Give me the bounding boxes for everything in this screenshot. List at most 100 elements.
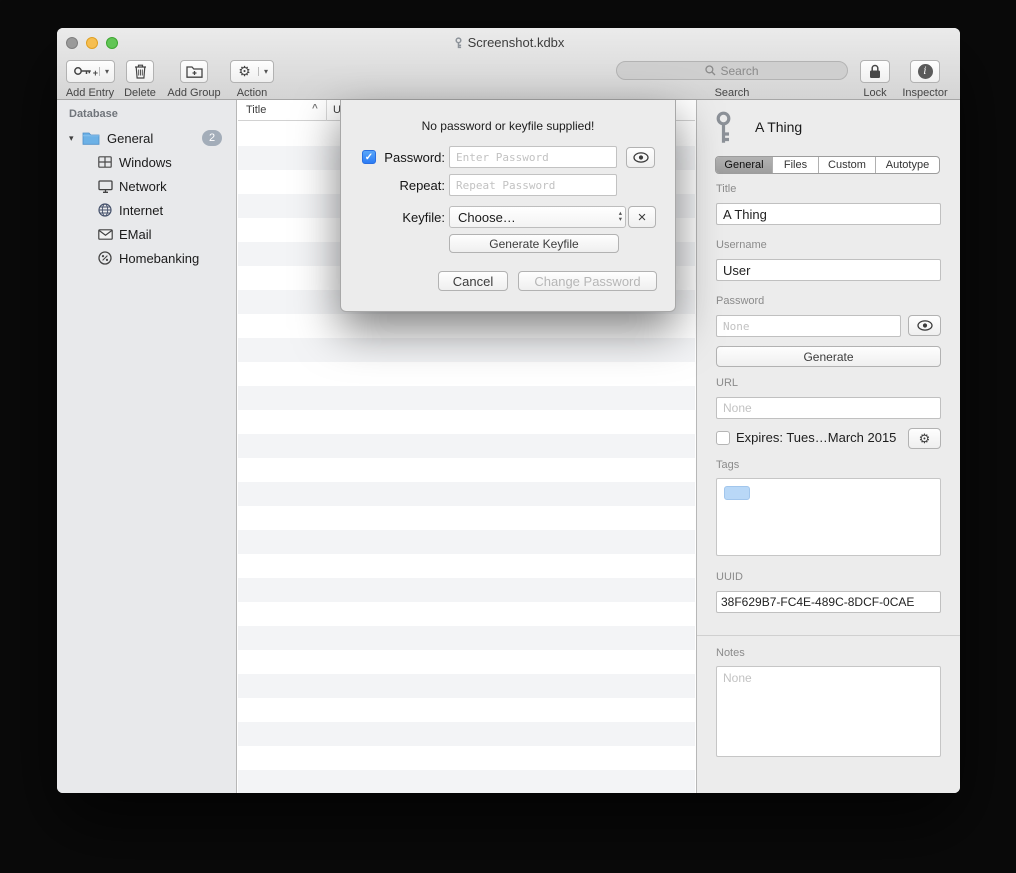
add-entry-button[interactable]: + ▾	[66, 60, 115, 83]
expires-settings-button[interactable]: ⚙	[908, 428, 941, 449]
dialog-message: No password or keyfile supplied!	[341, 119, 675, 133]
sidebar-item-email[interactable]: EMail	[57, 222, 236, 246]
notes-label: Notes	[716, 647, 745, 659]
envelope-icon	[97, 229, 113, 240]
action-label: Action	[222, 87, 282, 99]
close-icon: ×	[638, 210, 647, 225]
trash-icon	[134, 64, 147, 79]
search-placeholder: Search	[720, 64, 758, 78]
eye-icon	[633, 152, 649, 163]
dialog-password-label: Password:	[377, 150, 445, 165]
generate-password-button[interactable]: Generate	[716, 346, 941, 367]
generate-keyfile-button[interactable]: Generate Keyfile	[449, 234, 619, 253]
coin-percent-icon	[97, 251, 113, 265]
inspector-tabs: General Files Custom Autotype	[715, 156, 940, 174]
window-title: Screenshot.kdbx	[57, 35, 960, 50]
uuid-label: UUID	[716, 571, 743, 583]
tab-autotype[interactable]: Autotype	[875, 157, 939, 173]
sidebar-item-label: Network	[119, 179, 167, 194]
sidebar-section-header: Database	[69, 108, 118, 120]
disclosure-triangle-icon[interactable]: ▾	[69, 133, 79, 144]
info-icon: i	[918, 64, 933, 79]
sidebar-item-label: Windows	[119, 155, 172, 170]
tag-token[interactable]	[724, 486, 750, 500]
cancel-button[interactable]: Cancel	[438, 271, 508, 291]
globe-icon	[97, 203, 113, 217]
keyfile-dropdown-value: Choose…	[458, 210, 516, 225]
lock-button[interactable]	[860, 60, 890, 83]
password-field[interactable]	[716, 315, 901, 337]
gear-icon: ⚙	[919, 431, 931, 447]
tab-custom[interactable]: Custom	[818, 157, 875, 173]
count-badge: 2	[202, 130, 222, 146]
key-plus-icon: +	[67, 65, 99, 78]
dialog-repeat-label: Repeat:	[377, 178, 445, 193]
tab-files[interactable]: Files	[772, 157, 818, 173]
inspector-label: Inspector	[895, 87, 955, 99]
add-group-button[interactable]	[180, 60, 208, 83]
sidebar-item-network[interactable]: Network	[57, 174, 236, 198]
dialog-repeat-input[interactable]	[449, 174, 617, 196]
action-button[interactable]: ⚙ ▾	[230, 60, 274, 83]
eye-icon	[917, 320, 933, 331]
search-icon	[705, 65, 716, 76]
checkmark-icon: ✓	[365, 152, 373, 163]
window-title-text: Screenshot.kdbx	[468, 35, 565, 50]
titlebar-toolbar: Screenshot.kdbx + ▾ Add Entry Delete Add…	[57, 28, 960, 100]
uuid-field[interactable]	[716, 591, 941, 613]
sidebar-item-label: Internet	[119, 203, 163, 218]
key-icon	[714, 111, 733, 149]
inspector-button[interactable]: i	[910, 60, 940, 83]
padlock-icon	[869, 64, 881, 79]
entry-title: A Thing	[755, 119, 802, 135]
chevron-down-icon[interactable]: ▾	[99, 67, 114, 76]
dialog-keyfile-label: Keyfile:	[377, 210, 445, 225]
title-field[interactable]	[716, 203, 941, 225]
search-input[interactable]: Search	[616, 61, 848, 80]
tab-general[interactable]: General	[716, 157, 772, 173]
folder-plus-icon	[186, 65, 203, 78]
folder-icon	[82, 131, 100, 145]
dialog-password-input[interactable]	[449, 146, 617, 168]
username-field[interactable]	[716, 259, 941, 281]
sidebar-item-internet[interactable]: Internet	[57, 198, 236, 222]
inspector-panel: A Thing General Files Custom Autotype Ti…	[696, 100, 960, 793]
sort-ascending-icon: ^	[312, 103, 318, 114]
sidebar-item-label: EMail	[119, 227, 152, 242]
column-divider[interactable]	[326, 100, 327, 121]
title-field-label: Title	[716, 183, 736, 195]
url-field[interactable]	[716, 397, 941, 419]
document-key-icon	[453, 37, 464, 49]
tags-box[interactable]	[716, 478, 941, 556]
add-group-label: Add Group	[162, 87, 226, 99]
username-field-label: Username	[716, 239, 767, 251]
windows-icon	[97, 156, 113, 168]
divider	[697, 635, 960, 636]
expires-checkbox[interactable]	[716, 431, 730, 445]
dialog-reveal-password-button[interactable]	[626, 147, 655, 168]
desktop: Screenshot.kdbx + ▾ Add Entry Delete Add…	[0, 0, 1016, 873]
delete-label: Delete	[110, 87, 170, 99]
url-field-label: URL	[716, 377, 738, 389]
app-window: Screenshot.kdbx + ▾ Add Entry Delete Add…	[57, 28, 960, 793]
clear-keyfile-button[interactable]: ×	[628, 206, 656, 228]
sidebar-item-label: Homebanking	[119, 251, 199, 266]
change-password-button[interactable]: Change Password	[518, 271, 657, 291]
gear-icon: ⚙	[231, 63, 258, 80]
change-password-dialog: No password or keyfile supplied! ✓ Passw…	[340, 100, 676, 312]
chevron-down-icon[interactable]: ▾	[258, 67, 273, 76]
column-header-title[interactable]: Title	[246, 104, 266, 116]
notes-field[interactable]	[716, 666, 941, 757]
sidebar-item-general[interactable]: ▾ General 2	[57, 126, 236, 150]
sidebar-item-label: General	[107, 131, 153, 146]
password-checkbox[interactable]: ✓	[362, 150, 376, 164]
sidebar-item-homebanking[interactable]: Homebanking	[57, 246, 236, 270]
keyfile-dropdown[interactable]: Choose… ▴▾	[449, 206, 626, 228]
expires-label: Expires: Tues…March 2015	[736, 430, 896, 445]
sidebar-item-windows[interactable]: Windows	[57, 150, 236, 174]
reveal-password-button[interactable]	[908, 315, 941, 336]
sidebar: Database ▾ General 2 Windows Networ	[57, 100, 237, 793]
delete-button[interactable]	[126, 60, 154, 83]
stepper-icon: ▴▾	[619, 211, 622, 223]
monitor-icon	[97, 180, 113, 193]
